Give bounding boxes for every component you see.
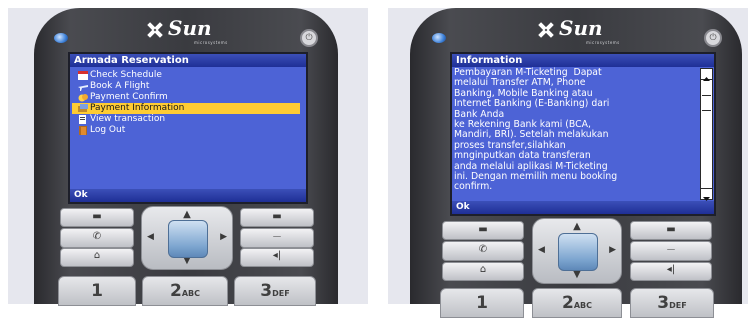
end-call-button[interactable]: ⏤ bbox=[630, 241, 712, 261]
information-text: Pembayaran M-Ticketing Dapat melalui Tra… bbox=[454, 67, 706, 193]
home-icon: ⌂ bbox=[479, 264, 487, 275]
key-2[interactable]: 2ABC bbox=[142, 276, 228, 306]
menu-item-label: Book A Flight bbox=[90, 81, 150, 91]
softkey-label: Ok bbox=[70, 189, 306, 202]
info-line: mnginputkan data transferan bbox=[454, 150, 591, 162]
menu-item-label: View transaction bbox=[90, 114, 166, 124]
menu-item-payment-information[interactable]: Payment Information bbox=[72, 103, 300, 114]
right-phone-body: Sun microsystems ⏻ Information Pembayara… bbox=[410, 8, 742, 318]
sun-logo-icon bbox=[147, 22, 163, 38]
dpad[interactable]: ▲ ▼ ◀ ▶ bbox=[141, 206, 233, 270]
dpad[interactable]: ▲ ▼ ◀ ▶ bbox=[532, 218, 622, 284]
power-button[interactable]: ⏻ bbox=[300, 29, 318, 47]
info-line: melalui Transfer ATM, Phone bbox=[454, 77, 586, 89]
screen-title: Armada Reservation bbox=[70, 54, 306, 67]
phone-icon: ✆ bbox=[92, 231, 102, 242]
brand-subtitle: microsystems bbox=[586, 40, 620, 45]
left-emulator-panel: Sun microsystems ⏻ Armada Reservation Ch… bbox=[8, 8, 368, 306]
scrollbar[interactable] bbox=[700, 68, 713, 201]
device-screen: Armada Reservation Check Schedule Book A… bbox=[68, 52, 308, 204]
brand-logo: Sun bbox=[559, 16, 603, 40]
call-button[interactable]: ✆ bbox=[60, 228, 134, 248]
key-2[interactable]: 2ABC bbox=[532, 288, 622, 318]
payment-icon bbox=[78, 94, 88, 102]
scroll-up-button[interactable] bbox=[701, 69, 712, 81]
left-softkey[interactable]: ▬ bbox=[60, 208, 134, 227]
calendar-icon bbox=[78, 71, 88, 80]
dpad-select-button[interactable] bbox=[168, 220, 208, 258]
call-button[interactable]: ✆ bbox=[442, 241, 524, 261]
phone-icon: ✆ bbox=[478, 244, 488, 255]
hangup-icon: ⏤ bbox=[273, 231, 281, 242]
scroll-thumb[interactable] bbox=[702, 95, 711, 111]
left-phone-body: Sun microsystems ⏻ Armada Reservation Ch… bbox=[34, 8, 338, 306]
home-button[interactable]: ⌂ bbox=[60, 248, 134, 267]
document-icon bbox=[79, 115, 86, 124]
clear-button[interactable]: ◂| bbox=[240, 248, 314, 267]
scroll-down-button[interactable] bbox=[701, 188, 712, 201]
key-3[interactable]: 3DEF bbox=[630, 288, 714, 318]
menu-item-view-transaction[interactable]: View transaction bbox=[72, 114, 300, 125]
info-line: Banking, Mobile Banking atau bbox=[454, 87, 593, 99]
dpad-select-button[interactable] bbox=[558, 233, 598, 271]
home-icon: ⌂ bbox=[93, 250, 101, 261]
menu-item-payment-confirm[interactable]: Payment Confirm bbox=[72, 92, 300, 103]
info-line: ke Rekening Bank kami (BCA, bbox=[454, 119, 591, 131]
info-line: ini. Dengan memilih menu booking bbox=[454, 171, 618, 183]
brand-logo: Sun bbox=[168, 16, 212, 40]
arrow-up-icon: ▲ bbox=[183, 209, 191, 220]
device-screen: Information Pembayaran M-Ticketing Dapat… bbox=[450, 52, 716, 216]
arrow-right-icon: ▶ bbox=[220, 232, 227, 242]
arrow-up-icon: ▲ bbox=[573, 221, 581, 232]
menu-item-log-out[interactable]: Log Out bbox=[72, 125, 300, 136]
clear-button[interactable]: ◂| bbox=[630, 262, 712, 281]
right-softkey[interactable]: ▬ bbox=[630, 221, 712, 240]
key-1[interactable]: 1 bbox=[440, 288, 524, 318]
backspace-icon: ◂| bbox=[272, 250, 282, 261]
menu-item-check-schedule[interactable]: Check Schedule bbox=[72, 70, 300, 81]
right-emulator-panel: Sun microsystems ⏻ Information Pembayara… bbox=[388, 8, 748, 318]
softkey-label: Ok bbox=[452, 201, 714, 214]
menu-list: Check Schedule Book A Flight Payment Con… bbox=[70, 67, 306, 189]
sun-logo-icon bbox=[538, 22, 554, 38]
menu-item-book-flight[interactable]: Book A Flight bbox=[72, 81, 300, 92]
arrow-left-icon: ◀ bbox=[538, 245, 545, 255]
backspace-icon: ◂| bbox=[666, 264, 676, 275]
brand-subtitle: microsystems bbox=[194, 40, 228, 45]
info-icon bbox=[78, 104, 88, 112]
arrow-left-icon: ◀ bbox=[147, 232, 154, 242]
info-line: confirm. bbox=[454, 181, 493, 193]
home-button[interactable]: ⌂ bbox=[442, 262, 524, 281]
hangup-icon: ⏤ bbox=[667, 244, 675, 255]
info-line: Internet Banking (E-Banking) dari bbox=[454, 98, 610, 110]
led-indicator bbox=[54, 33, 68, 43]
menu-item-label: Payment Information bbox=[90, 103, 185, 113]
key-1[interactable]: 1 bbox=[58, 276, 136, 306]
scroll-up-icon bbox=[703, 77, 710, 81]
right-softkey[interactable]: ▬ bbox=[240, 208, 314, 227]
led-indicator bbox=[432, 33, 446, 43]
key-3[interactable]: 3DEF bbox=[234, 276, 316, 306]
end-call-button[interactable]: ⏤ bbox=[240, 228, 314, 248]
info-line: proses transfer,silahkan bbox=[454, 139, 566, 151]
door-icon bbox=[79, 126, 87, 135]
info-line: Bank Anda bbox=[454, 108, 505, 120]
power-button[interactable]: ⏻ bbox=[704, 29, 722, 47]
menu-item-label: Check Schedule bbox=[90, 70, 162, 80]
info-line: anda melalui aplikasi M-Ticketing bbox=[454, 160, 608, 172]
information-panel: Pembayaran M-Ticketing Dapat melalui Tra… bbox=[452, 67, 714, 201]
left-softkey[interactable]: ▬ bbox=[442, 221, 524, 240]
plane-icon bbox=[78, 85, 88, 91]
info-line: Pembayaran M-Ticketing Dapat bbox=[454, 67, 602, 78]
arrow-right-icon: ▶ bbox=[609, 245, 616, 255]
screen-title: Information bbox=[452, 54, 714, 67]
menu-item-label: Log Out bbox=[90, 125, 126, 135]
info-line: Mandiri, BRI). Setelah melakukan bbox=[454, 129, 609, 141]
menu-item-label: Payment Confirm bbox=[90, 92, 168, 102]
